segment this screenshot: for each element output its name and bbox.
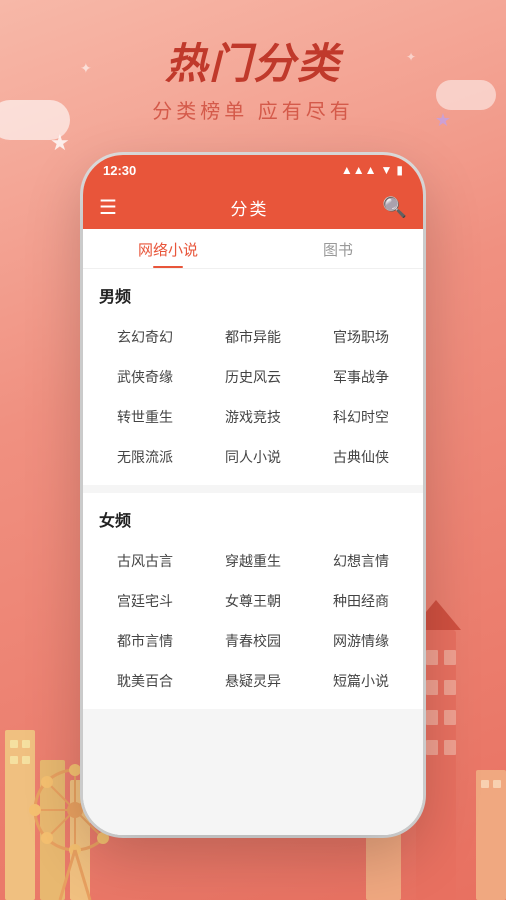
signal-icon: ▲▲▲ — [341, 163, 377, 177]
list-item[interactable]: 古典仙侠 — [307, 437, 415, 477]
male-section-grid: 玄幻奇幻 都市异能 官场职场 武侠奇缘 历史风云 军事战争 转世重生 游戏竞技 … — [83, 317, 423, 485]
female-section-header: 女频 — [83, 493, 423, 541]
status-icons: ▲▲▲ ▼ ▮ — [341, 163, 403, 177]
list-item[interactable]: 幻想言情 — [307, 541, 415, 581]
list-item[interactable]: 青春校园 — [199, 621, 307, 661]
status-bar: 12:30 ▲▲▲ ▼ ▮ — [83, 155, 423, 185]
tab-books[interactable]: 图书 — [253, 239, 423, 268]
phone-mockup: 12:30 ▲▲▲ ▼ ▮ ☰ 分类 🔍 网络小说 图书 — [83, 155, 423, 835]
main-subtitle: 分类榜单 应有尽有 — [0, 95, 506, 124]
male-section: 男频 玄幻奇幻 都市异能 官场职场 武侠奇缘 历史风云 军事战争 转世重生 游戏… — [83, 269, 423, 485]
list-item[interactable]: 女尊王朝 — [199, 581, 307, 621]
list-item[interactable]: 都市言情 — [91, 621, 199, 661]
star-left: ★ — [50, 130, 70, 156]
list-item[interactable]: 网游情缘 — [307, 621, 415, 661]
list-item[interactable]: 科幻时空 — [307, 397, 415, 437]
wifi-icon: ▼ — [381, 163, 393, 177]
list-item[interactable]: 游戏竞技 — [199, 397, 307, 437]
list-item[interactable]: 军事战争 — [307, 357, 415, 397]
list-item[interactable]: 耽美百合 — [91, 661, 199, 701]
list-item[interactable]: 种田经商 — [307, 581, 415, 621]
list-item[interactable]: 历史风云 — [199, 357, 307, 397]
list-item[interactable]: 同人小说 — [199, 437, 307, 477]
female-section-grid: 古风古言 穿越重生 幻想言情 宫廷宅斗 女尊王朝 种田经商 都市言情 青春校园 … — [83, 541, 423, 709]
list-item[interactable]: 古风古言 — [91, 541, 199, 581]
list-item[interactable]: 悬疑灵异 — [199, 661, 307, 701]
tab-bar: 网络小说 图书 — [83, 229, 423, 269]
nav-bar: ☰ 分类 🔍 — [83, 185, 423, 229]
search-icon[interactable]: 🔍 — [382, 195, 407, 220]
male-section-header: 男频 — [83, 269, 423, 317]
list-item[interactable]: 都市异能 — [199, 317, 307, 357]
content-area: 男频 玄幻奇幻 都市异能 官场职场 武侠奇缘 历史风云 军事战争 转世重生 游戏… — [83, 269, 423, 835]
nav-title: 分类 — [231, 195, 269, 220]
header-section: 热门分类 分类榜单 应有尽有 — [0, 30, 506, 124]
list-item[interactable]: 短篇小说 — [307, 661, 415, 701]
list-item[interactable]: 武侠奇缘 — [91, 357, 199, 397]
status-time: 12:30 — [103, 163, 136, 178]
list-item[interactable]: 转世重生 — [91, 397, 199, 437]
list-item[interactable]: 宫廷宅斗 — [91, 581, 199, 621]
main-title: 热门分类 — [0, 30, 506, 91]
list-item[interactable]: 无限流派 — [91, 437, 199, 477]
list-item[interactable]: 穿越重生 — [199, 541, 307, 581]
female-section: 女频 古风古言 穿越重生 幻想言情 宫廷宅斗 女尊王朝 种田经商 都市言情 青春… — [83, 493, 423, 709]
list-item[interactable]: 玄幻奇幻 — [91, 317, 199, 357]
tab-online-novels[interactable]: 网络小说 — [83, 239, 253, 268]
battery-icon: ▮ — [396, 163, 403, 177]
list-item[interactable]: 官场职场 — [307, 317, 415, 357]
menu-icon[interactable]: ☰ — [99, 195, 117, 220]
